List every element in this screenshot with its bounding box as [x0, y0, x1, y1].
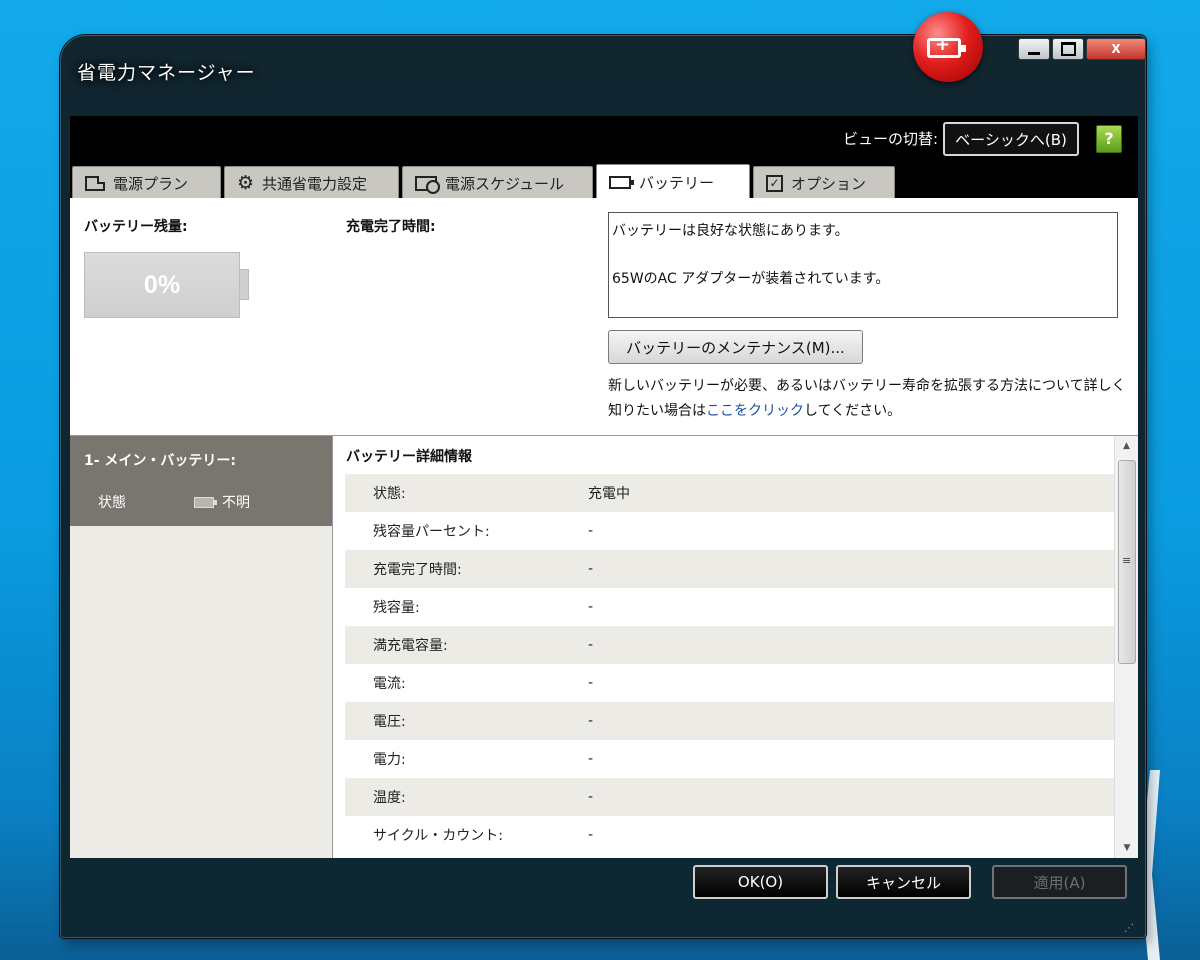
details-row: サイクル・カウント: -	[345, 816, 1114, 854]
details-row: 残容量: -	[345, 588, 1114, 626]
remaining-label: バッテリー残量:	[84, 219, 188, 235]
detail-value: -	[588, 561, 594, 577]
battery-gauge-tip	[240, 269, 249, 300]
minimize-button[interactable]	[1018, 38, 1050, 60]
details-title: バッテリー詳細情報	[346, 449, 472, 465]
detail-value: -	[588, 713, 594, 729]
battery-state-value: 不明	[222, 495, 250, 511]
detail-value: -	[588, 637, 594, 653]
details-row: 電流: -	[345, 664, 1114, 702]
status-line: バッテリーは良好な状態にあります。	[612, 223, 849, 239]
battery-state-label: 状態	[98, 495, 126, 511]
tab-label: 電源プラン	[113, 174, 189, 193]
top-bar: ビューの切替: ベーシックへ(B) ? 電源プラン ⚙ 共通省電力設定 電源スケ…	[70, 116, 1138, 199]
maximize-button[interactable]	[1052, 38, 1084, 60]
battery-details: バッテリー詳細情報 状態: 充電中 残容量パーセント: - 充電完了時間: - 残容量…	[334, 436, 1114, 858]
detail-value: -	[588, 599, 594, 615]
detail-key: 残容量パーセント:	[373, 524, 490, 540]
battery-list: 1- メイン・バッテリー: 状態 不明	[70, 436, 333, 858]
tab-bar: 電源プラン ⚙ 共通省電力設定 電源スケジュール バッテリー ✓ オプション	[72, 164, 895, 199]
details-table: 状態: 充電中 残容量パーセント: - 充電完了時間: - 残容量: - 満充電容量: -…	[334, 474, 1114, 854]
scroll-grip-icon: ≡	[1122, 554, 1132, 567]
help-icon[interactable]: ?	[1096, 125, 1122, 153]
detail-key: 充電完了時間:	[373, 562, 462, 578]
details-row: 充電完了時間: -	[345, 550, 1114, 588]
tab-power-plan[interactable]: 電源プラン	[72, 166, 221, 199]
tab-power-schedule[interactable]: 電源スケジュール	[402, 166, 593, 199]
tab-label: 共通省電力設定	[262, 174, 368, 193]
detail-key: 残容量:	[373, 600, 420, 616]
detail-value: -	[588, 789, 594, 805]
details-row: 満充電容量: -	[345, 626, 1114, 664]
battery-level-gauge: 0%	[84, 252, 240, 318]
tab-options[interactable]: ✓ オプション	[753, 166, 895, 199]
battery-name: 1- メイン・バッテリー:	[84, 453, 237, 469]
detail-key: 電流:	[373, 676, 406, 692]
apply-button[interactable]: 適用(A)	[992, 865, 1127, 899]
battery-status-box: バッテリーは良好な状態にあります。 65WのAC アダプターが装着されています。	[608, 212, 1118, 318]
battery-list-item[interactable]: 1- メイン・バッテリー: 状態 不明	[70, 436, 332, 526]
battery-help-note: 新しいバッテリーが必要、あるいはバッテリー寿命を拡張する方法について詳しく知りた…	[608, 374, 1128, 424]
details-row: 残容量パーセント: -	[345, 512, 1114, 550]
details-scrollbar[interactable]: ▲ ≡ ▼	[1114, 436, 1138, 858]
power-plan-icon	[85, 175, 105, 191]
window-controls: X	[1018, 38, 1146, 60]
basic-view-button[interactable]: ベーシックへ(B)	[943, 122, 1079, 156]
tab-common-settings[interactable]: ⚙ 共通省電力設定	[224, 166, 399, 199]
tab-label: オプション	[791, 174, 867, 193]
scroll-down-icon[interactable]: ▼	[1115, 838, 1139, 858]
small-battery-icon	[194, 496, 217, 508]
details-row: 状態: 充電中	[345, 474, 1114, 512]
detail-key: 電力:	[373, 752, 406, 768]
note-text: してください。	[804, 403, 902, 419]
detail-value: -	[588, 827, 594, 843]
scroll-up-icon[interactable]: ▲	[1115, 436, 1138, 456]
detail-value: 充電中	[588, 486, 630, 502]
battery-level-value: 0%	[143, 270, 181, 299]
gear-icon: ⚙	[237, 171, 255, 194]
detail-value: -	[588, 523, 594, 539]
details-row: 温度: -	[345, 778, 1114, 816]
battery-panel: バッテリー残量: 0% 充電完了時間: バッテリーは良好な状態にあります。 65…	[70, 198, 1138, 858]
battery-app-icon: +	[913, 12, 983, 82]
status-line: 65WのAC アダプターが装着されています。	[612, 271, 890, 287]
checkbox-icon: ✓	[766, 174, 783, 192]
battery-maintenance-button[interactable]: バッテリーのメンテナンス(M)...	[608, 330, 863, 364]
click-here-link[interactable]: ここをクリック	[706, 403, 804, 419]
battery-icon	[609, 175, 634, 189]
dialog-footer: OK(O) キャンセル 適用(A) ⋰	[70, 858, 1138, 938]
charge-time-label: 充電完了時間:	[346, 219, 436, 235]
detail-key: 温度:	[373, 790, 406, 806]
cancel-button[interactable]: キャンセル	[836, 865, 971, 899]
schedule-icon	[415, 175, 440, 194]
detail-key: 状態:	[373, 486, 406, 502]
detail-value: -	[588, 675, 594, 691]
resize-grip-icon[interactable]: ⋰	[1124, 923, 1134, 934]
tab-label: 電源スケジュール	[445, 174, 564, 193]
ok-button[interactable]: OK(O)	[693, 865, 828, 899]
window-title: 省電力マネージャー	[77, 62, 256, 84]
battery-summary: バッテリー残量: 0% 充電完了時間: バッテリーは良好な状態にあります。 65…	[70, 198, 1138, 436]
detail-key: 満充電容量:	[373, 638, 448, 654]
tab-battery[interactable]: バッテリー	[596, 164, 750, 199]
close-button[interactable]: X	[1086, 38, 1146, 60]
detail-value: -	[588, 751, 594, 767]
details-row: 電力: -	[345, 740, 1114, 778]
power-manager-window: 省電力マネージャー + X ビューの切替: ベーシックへ(B) ? 電源プラン …	[60, 12, 1146, 938]
tab-label: バッテリー	[639, 173, 715, 192]
detail-key: 電圧:	[373, 714, 406, 730]
detail-key: サイクル・カウント:	[373, 828, 504, 844]
details-row: 電圧: -	[345, 702, 1114, 740]
view-switch-label: ビューの切替:	[842, 130, 938, 148]
